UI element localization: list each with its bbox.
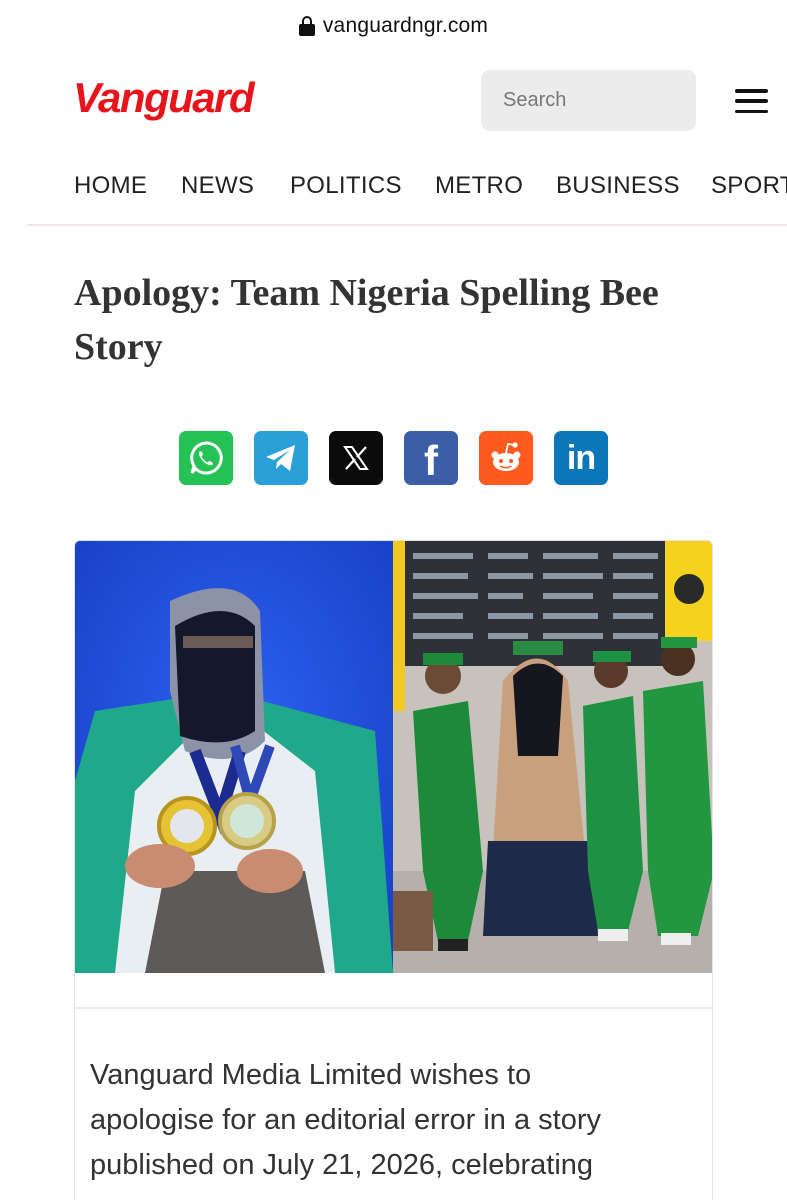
main-nav: HOME NEWS POLITICS METRO BUSINESS SPORT bbox=[0, 164, 787, 212]
whatsapp-icon bbox=[190, 441, 223, 475]
telegram-icon bbox=[266, 445, 295, 471]
article-card: Vanguard Media Limited wishes to apologi… bbox=[74, 540, 713, 1200]
article-body: Vanguard Media Limited wishes to apologi… bbox=[90, 1053, 690, 1188]
site-header: Vanguard bbox=[0, 52, 787, 152]
nav-item-sport[interactable]: SPORT bbox=[711, 172, 787, 200]
nav-item-news[interactable]: NEWS bbox=[181, 172, 254, 200]
article-title: Apology: Team Nigeria Spelling Bee Story bbox=[74, 272, 659, 368]
search-box bbox=[481, 70, 696, 131]
search-input[interactable] bbox=[481, 70, 696, 131]
group-photo bbox=[393, 541, 712, 973]
share-buttons: f in bbox=[179, 431, 608, 485]
address-bar[interactable]: vanguardngr.com bbox=[0, 0, 787, 52]
site-logo[interactable]: Vanguard bbox=[73, 74, 255, 122]
telegram-share-button[interactable] bbox=[254, 431, 308, 485]
body-line: Vanguard Media Limited wishes to bbox=[90, 1059, 532, 1091]
card-divider bbox=[75, 1007, 712, 1009]
facebook-icon: f bbox=[424, 437, 438, 484]
body-line: apologise for an editorial error in a st… bbox=[90, 1104, 601, 1136]
whatsapp-share-button[interactable] bbox=[179, 431, 233, 485]
nav-item-business[interactable]: BUSINESS bbox=[556, 172, 680, 200]
nav-divider bbox=[27, 224, 787, 226]
x-share-button[interactable] bbox=[329, 431, 383, 485]
x-icon bbox=[343, 446, 369, 470]
medal-photo bbox=[75, 541, 393, 973]
lock-icon bbox=[298, 16, 315, 36]
linkedin-icon: in bbox=[566, 438, 596, 477]
reddit-icon bbox=[491, 442, 521, 471]
linkedin-share-button[interactable]: in bbox=[554, 431, 608, 485]
nav-item-politics[interactable]: POLITICS bbox=[290, 172, 402, 200]
facebook-share-button[interactable]: f bbox=[404, 431, 458, 485]
url-text: vanguardngr.com bbox=[322, 14, 489, 37]
reddit-share-button[interactable] bbox=[479, 431, 533, 485]
body-line: published on July 21, 2026, celebrating bbox=[90, 1149, 594, 1181]
nav-item-home[interactable]: HOME bbox=[74, 172, 147, 200]
article-image bbox=[75, 541, 712, 973]
hamburger-menu-icon[interactable] bbox=[735, 89, 768, 113]
nav-item-metro[interactable]: METRO bbox=[435, 172, 523, 200]
